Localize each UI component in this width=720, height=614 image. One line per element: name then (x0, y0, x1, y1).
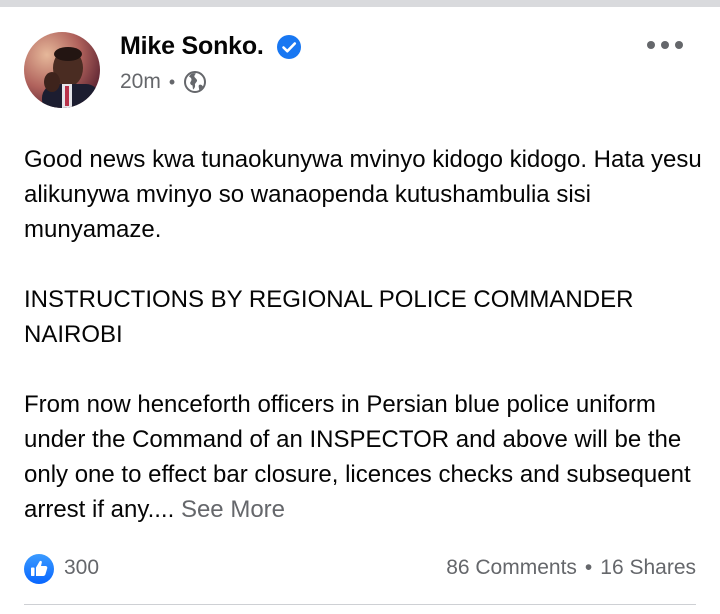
stats-separator: • (584, 556, 593, 579)
post-paragraph: INSTRUCTIONS BY REGIONAL POLICE COMMANDE… (24, 286, 634, 348)
top-divider (0, 0, 720, 7)
post-paragraph: Good news kwa tunaokunywa mvinyo kidogo … (24, 146, 702, 243)
action-bar-divider (24, 604, 696, 605)
post-paragraph-text: From now henceforth officers in Persian … (24, 391, 691, 523)
verified-badge-icon (277, 35, 301, 59)
globe-icon[interactable] (183, 70, 207, 94)
shares-count[interactable]: 16 Shares (600, 556, 696, 580)
post-timestamp[interactable]: 20m (120, 70, 161, 94)
author-name[interactable]: Mike Sonko. (120, 32, 264, 61)
avatar[interactable] (24, 32, 100, 108)
engagement-stats: 86 Comments • 16 Shares (446, 556, 696, 580)
more-options-icon[interactable] (644, 34, 686, 56)
post-paragraph-truncated: From now henceforth officers in Persian … (24, 387, 704, 527)
like-icon[interactable] (24, 554, 54, 584)
see-more-link[interactable]: See More (181, 496, 285, 523)
comments-count[interactable]: 86 Comments (446, 556, 577, 580)
reaction-count[interactable]: 300 (64, 556, 99, 580)
meta-separator: • (168, 71, 176, 92)
post-body: Good news kwa tunaokunywa mvinyo kidogo … (24, 142, 704, 562)
post-meta: 20m • (120, 70, 207, 94)
